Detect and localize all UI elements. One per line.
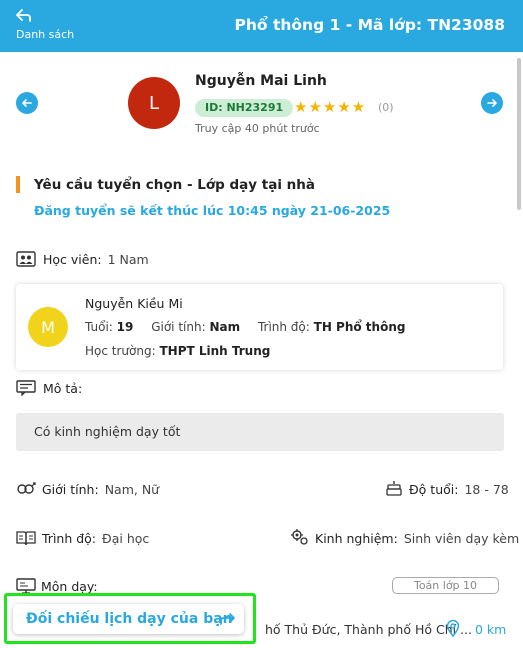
back-arrow-icon xyxy=(16,9,31,22)
scrollbar[interactable] xyxy=(517,58,521,210)
address-text: hố Thủ Đức, Thành phố Hồ Chí ... xyxy=(265,622,472,637)
description-text: Có kinh nghiệm dạy tốt xyxy=(34,424,181,439)
student-name: Nguyễn Kiều Mi xyxy=(85,296,183,311)
tutor-avatar: L xyxy=(128,77,180,129)
deadline-text: Đăng tuyển sẽ kết thúc lúc 10:45 ngày 21… xyxy=(34,203,391,218)
subject-tag: Toán lớp 10 xyxy=(392,577,499,594)
description-label: Mô tả: xyxy=(43,381,83,396)
arrow-left-icon xyxy=(22,99,32,107)
student-level: TH Phổ thông xyxy=(313,320,406,334)
required-age-label: Độ tuổi: xyxy=(409,482,459,497)
previous-button[interactable] xyxy=(16,92,38,114)
compare-schedule-label: Đối chiếu lịch dạy của bạn xyxy=(26,611,233,627)
next-button[interactable] xyxy=(481,92,503,114)
rating-stars: ★★★★★ xyxy=(294,98,367,116)
required-experience-label: Kinh nghiệm: xyxy=(315,531,398,546)
student-gender: Nam xyxy=(209,320,241,334)
back-button[interactable]: Danh sách xyxy=(16,9,86,45)
description-icon xyxy=(16,380,36,396)
tutor-name: Nguyễn Mai Linh xyxy=(195,73,327,89)
students-value: 1 Nam xyxy=(107,252,149,267)
student-gender-label: Giới tính: xyxy=(151,320,206,334)
compare-schedule-button[interactable]: Đối chiếu lịch dạy của bạn xyxy=(13,604,244,634)
required-gender-value: Nam, Nữ xyxy=(104,482,160,497)
student-card: M Nguyễn Kiều Mi Tuổi: 19 Giới tính: Nam… xyxy=(16,284,503,370)
share-arrow-icon xyxy=(220,613,235,625)
required-education-label: Trình độ: xyxy=(42,531,97,546)
section-accent-bar xyxy=(16,176,20,193)
required-age-value: 18 - 78 xyxy=(464,482,509,497)
students-label: Học viên: xyxy=(43,252,102,267)
student-info-line: Tuổi: 19 Giới tính: Nam Trình độ: TH Phổ… xyxy=(85,320,405,334)
required-gender-row: Giới tính: Nam, Nữ xyxy=(42,482,159,497)
students-icon xyxy=(16,251,36,267)
back-label: Danh sách xyxy=(16,28,75,41)
student-school-label: Học trường: xyxy=(85,344,156,358)
experience-icon xyxy=(291,529,308,545)
student-school: THPT Linh Trung xyxy=(159,344,271,358)
student-age: 19 xyxy=(116,320,134,334)
student-avatar: M xyxy=(28,307,68,347)
rating-count: (0) xyxy=(378,101,394,114)
student-school-line: Học trường: THPT Linh Trung xyxy=(85,344,270,358)
required-experience-value: Sinh viên dạy kèm xyxy=(403,531,520,546)
subject-icon xyxy=(16,578,36,594)
students-row: Học viên: 1 Nam xyxy=(43,252,149,267)
required-age-row: Độ tuổi: 18 - 78 xyxy=(409,482,509,497)
book-icon xyxy=(16,531,36,546)
page-title: Phổ thông 1 - Mã lớp: TN23088 xyxy=(234,16,505,34)
student-level-label: Trình độ: xyxy=(257,320,310,334)
location-pin-icon xyxy=(446,620,460,637)
arrow-right-icon xyxy=(487,99,497,107)
tutor-id-badge: ID: NH23291 xyxy=(195,99,294,117)
student-age-label: Tuổi: xyxy=(85,320,113,334)
required-gender-label: Giới tính: xyxy=(42,482,99,497)
last-access-time: Truy cập 40 phút trước xyxy=(195,122,320,135)
description-box: Có kinh nghiệm dạy tốt xyxy=(16,413,504,451)
top-bar: Danh sách Phổ thông 1 - Mã lớp: TN23088 xyxy=(0,0,523,52)
required-experience-row: Kinh nghiệm: Sinh viên dạy kèm xyxy=(315,531,519,546)
required-education-value: Đại học xyxy=(102,531,150,546)
cake-icon xyxy=(386,481,402,496)
gender-icon xyxy=(17,482,36,494)
distance-value: 0 km xyxy=(475,622,507,637)
required-education-row: Trình độ: Đại học xyxy=(42,531,149,546)
section-title: Yêu cầu tuyển chọn - Lớp dạy tại nhà xyxy=(34,177,315,193)
subjects-label: Môn dạy: xyxy=(41,579,98,594)
